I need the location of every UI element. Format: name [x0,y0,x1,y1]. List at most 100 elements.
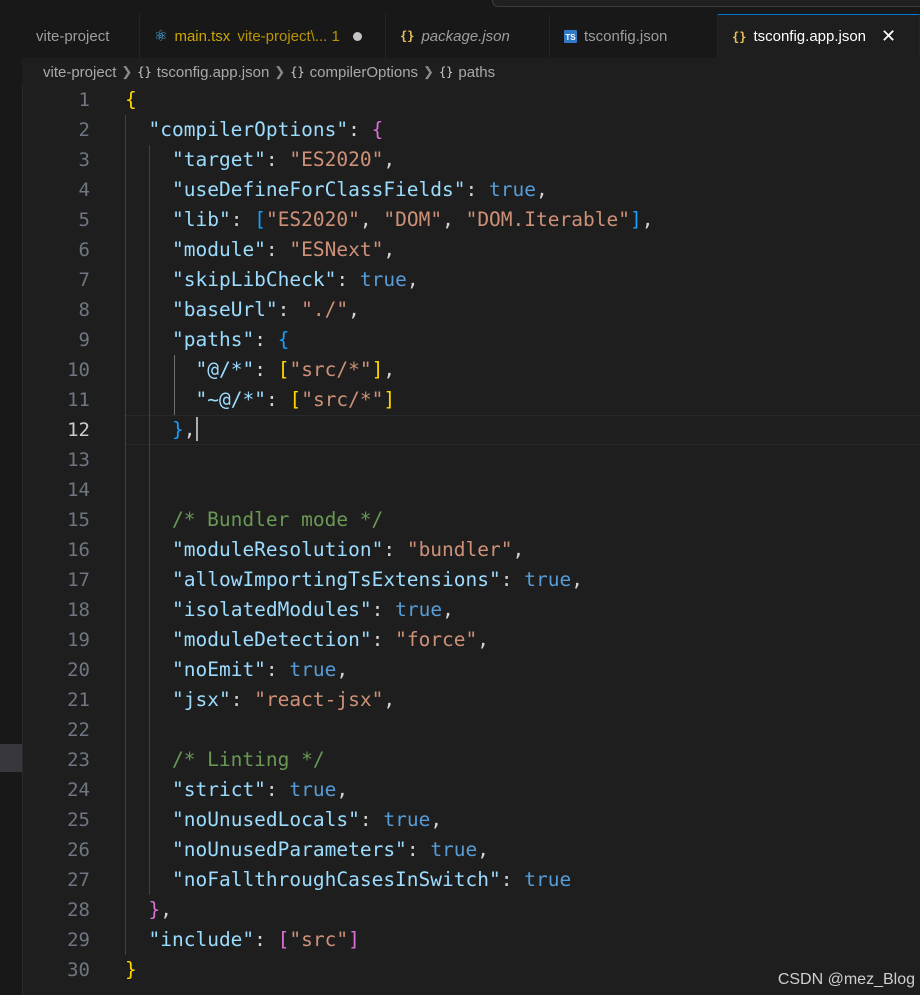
breadcrumb-compiler-options[interactable]: compilerOptions [310,64,418,81]
code-line[interactable]: 18 "isolatedModules": true, [22,595,920,625]
line-number: 2 [78,119,90,141]
code-line[interactable]: 15 /* Bundler mode */ [22,505,920,535]
line-number: 30 [67,959,90,981]
line-number: 14 [67,479,90,501]
code-text: "baseUrl": "./", [172,298,360,321]
code-line[interactable]: 8 "baseUrl": "./", [22,295,920,325]
code-text: "noUnusedLocals": true, [172,808,443,831]
line-number: 24 [67,779,90,801]
line-number: 19 [67,629,90,651]
line-number: 13 [67,449,90,471]
breadcrumb-paths[interactable]: paths [458,64,495,81]
code-editor[interactable]: 1{2 "compilerOptions": {3 "target": "ES2… [22,86,920,995]
tab-main-tsx[interactable]: ⚛ main.tsx vite-project\... 1 [140,14,386,58]
close-icon[interactable]: ✕ [881,26,896,47]
chevron-right-icon: ❯ [274,64,286,79]
code-line[interactable]: 26 "noUnusedParameters": true, [22,835,920,865]
code-text: "strict": true, [172,778,349,801]
json-braces-icon: {} [732,29,747,44]
breadcrumb-project[interactable]: vite-project [43,64,116,81]
code-line[interactable]: 14 [22,475,920,505]
code-line[interactable]: 27 "noFallthroughCasesInSwitch": true [22,865,920,895]
code-line[interactable]: 7 "skipLibCheck": true, [22,265,920,295]
indent-guide [149,145,151,895]
line-number: 27 [67,869,90,891]
code-line[interactable]: 19 "moduleDetection": "force", [22,625,920,655]
code-line[interactable]: 29 "include": ["src"] [22,925,920,955]
activity-bar-selection [0,744,22,772]
code-text: "lib": ["ES2020", "DOM", "DOM.Iterable"]… [172,208,654,231]
code-text: }, [172,417,198,441]
line-number: 15 [67,509,90,531]
code-line[interactable]: 13 [22,445,920,475]
line-number: 4 [78,179,90,201]
breadcrumb: vite-project ❯ {} tsconfig.app.json ❯ {}… [22,58,920,86]
code-text: /* Bundler mode */ [125,508,384,531]
tab-label: vite-project [36,27,110,45]
code-line[interactable]: 25 "noUnusedLocals": true, [22,805,920,835]
line-number: 16 [67,539,90,561]
code-text: "useDefineForClassFields": true, [172,178,548,201]
tab-label: main.tsx [174,27,231,45]
code-text: } [125,958,137,981]
tab-vite-project[interactable]: vite-project [22,14,140,58]
breadcrumb-file[interactable]: tsconfig.app.json [157,64,270,81]
code-line[interactable]: 12 }, [22,415,920,445]
line-number: 20 [67,659,90,681]
title-bar-remnant [22,0,920,14]
tab-label: tsconfig.json [584,27,668,45]
code-text: "@/*": ["src/*"], [195,358,396,381]
chevron-right-icon: ❯ [121,64,133,79]
object-braces-icon: {} [438,65,454,79]
code-line[interactable]: 3 "target": "ES2020", [22,145,920,175]
chevron-right-icon: ❯ [423,64,434,79]
code-text: "allowImportingTsExtensions": true, [172,568,583,591]
code-line[interactable]: 28 }, [22,895,920,925]
line-number: 22 [67,719,90,741]
line-number: 29 [67,929,90,951]
code-line[interactable]: 16 "moduleResolution": "bundler", [22,535,920,565]
code-line[interactable]: 20 "noEmit": true, [22,655,920,685]
line-number: 21 [67,689,90,711]
code-line[interactable]: 11 "~@/*": ["src/*"] [22,385,920,415]
line-number: 25 [67,809,90,831]
line-number: 3 [78,149,90,171]
code-line[interactable]: 17 "allowImportingTsExtensions": true, [22,565,920,595]
code-text: { [125,88,137,111]
tab-tsconfig-json[interactable]: TS tsconfig.json [550,14,718,58]
tab-label: tsconfig.app.json [753,28,867,45]
code-text: "target": "ES2020", [172,148,396,171]
indent-guide [125,115,126,955]
line-number: 9 [78,329,90,351]
code-text: "noFallthroughCasesInSwitch": true [172,868,572,891]
code-line[interactable]: 9 "paths": { [22,325,920,355]
tab-label: package.json [421,27,510,45]
code-text: "include": ["src"] [148,928,360,951]
code-text: }, [148,898,173,921]
code-line[interactable]: 21 "jsx": "react-jsx", [22,685,920,715]
line-number: 8 [78,299,90,321]
command-center[interactable] [492,0,920,7]
code-line[interactable]: 22 [22,715,920,745]
code-line[interactable]: 5 "lib": ["ES2020", "DOM", "DOM.Iterable… [22,205,920,235]
line-number: 18 [67,599,90,621]
code-line[interactable]: 23 /* Linting */ [22,745,920,775]
code-text: "isolatedModules": true, [172,598,454,621]
code-line[interactable]: 1{ [22,85,920,115]
code-line[interactable]: 4 "useDefineForClassFields": true, [22,175,920,205]
line-number: 7 [78,269,90,291]
tab-tsconfig-app-json[interactable]: {} tsconfig.app.json ✕ [718,14,920,58]
line-number: 23 [67,749,90,771]
code-line[interactable]: 2 "compilerOptions": { [22,115,920,145]
code-line[interactable]: 6 "module": "ESNext", [22,235,920,265]
line-number: 1 [78,89,90,111]
line-number: 28 [67,899,90,921]
line-number: 10 [67,359,90,381]
unsaved-dot-icon[interactable] [352,31,362,41]
json-braces-icon: {} [400,29,415,43]
tab-package-json[interactable]: {} package.json [386,14,550,58]
code-line[interactable]: 10 "@/*": ["src/*"], [22,355,920,385]
code-line[interactable]: 24 "strict": true, [22,775,920,805]
code-text: /* Linting */ [125,748,325,771]
code-text: "moduleResolution": "bundler", [172,538,525,561]
